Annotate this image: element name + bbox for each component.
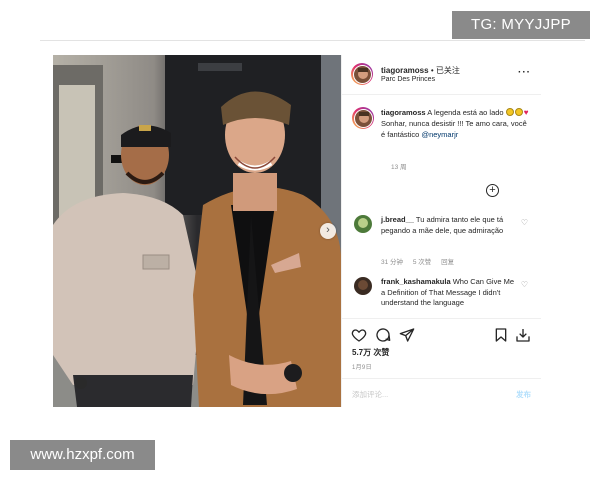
- mention-link[interactable]: @neymarjr: [421, 130, 458, 139]
- heart-icon[interactable]: ♡: [521, 280, 528, 289]
- caption-text: tiagoramoss A legenda está ao lado ♥ Son…: [381, 108, 529, 139]
- likes-count[interactable]: 5.7万 次赞: [352, 347, 389, 358]
- caption-time: 13 周: [391, 164, 407, 171]
- comment-likes[interactable]: 5 次赞: [413, 259, 431, 266]
- comment-text: j.bread__ Tu admira tanto ele que tá peg…: [381, 215, 504, 235]
- comment-scroll-area[interactable]: frank_kashamakula Who Can Give Me a Defi…: [342, 273, 541, 319]
- top-divider: [40, 40, 585, 41]
- like-heart-icon[interactable]: [351, 327, 367, 343]
- grinning-sweat-emoji: [505, 108, 514, 116]
- red-heart-emoji: ♥: [523, 108, 529, 117]
- watermark-top: TG: MYYJJPP: [452, 11, 590, 39]
- share-icon[interactable]: [399, 327, 415, 343]
- comment-time: 31 分钟: [381, 259, 404, 266]
- post-comment-button[interactable]: 发布: [516, 389, 531, 400]
- post-photo[interactable]: ›: [53, 55, 341, 407]
- header-avatar[interactable]: [351, 63, 373, 85]
- comment-text: frank_kashamakula Who Can Give Me a Defi…: [381, 277, 514, 307]
- instagram-post: › tiagoramoss • 已关注 Parc Des Princes ···…: [53, 55, 541, 407]
- grinning-sweat-emoji: [514, 108, 523, 116]
- post-side-panel: tiagoramoss • 已关注 Parc Des Princes ··· t…: [341, 55, 541, 407]
- post-header: tiagoramoss • 已关注 Parc Des Princes ···: [342, 55, 541, 95]
- comment-item: frank_kashamakula Who Can Give Me a Defi…: [352, 277, 532, 319]
- comment-username[interactable]: frank_kashamakula: [381, 277, 451, 286]
- bookmark-icon[interactable]: [493, 327, 509, 343]
- header-location[interactable]: Parc Des Princes: [381, 76, 435, 83]
- comment-reply-button[interactable]: 回复: [441, 259, 454, 266]
- comment-item: j.bread__ Tu admira tanto ele que tá peg…: [352, 215, 532, 275]
- load-more-comments-icon[interactable]: +: [486, 184, 499, 197]
- heart-icon[interactable]: ♡: [521, 218, 528, 227]
- comment-username[interactable]: j.bread__: [381, 215, 414, 224]
- add-comment-input[interactable]: 添加评论...: [352, 389, 388, 400]
- comment-meta: 31 分钟 5 次赞 回复: [381, 256, 462, 266]
- action-bar: 5.7万 次赞 1月9日: [342, 318, 541, 378]
- caption-avatar[interactable]: [352, 107, 374, 129]
- header-username-row[interactable]: tiagoramoss • 已关注: [381, 65, 460, 76]
- caption-username[interactable]: tiagoramoss: [381, 108, 426, 117]
- download-icon[interactable]: [515, 327, 531, 343]
- comment-avatar[interactable]: [354, 215, 372, 233]
- post-date: 1月9日: [352, 365, 372, 371]
- comment-icon[interactable]: [375, 327, 391, 343]
- comment-avatar[interactable]: [354, 277, 372, 295]
- photo-illustration: [53, 55, 341, 407]
- watermark-bottom: www.hzxpf.com: [10, 440, 155, 470]
- next-photo-button[interactable]: ›: [320, 223, 336, 239]
- more-options-icon[interactable]: ···: [518, 67, 531, 78]
- add-comment-bar: 添加评论... 发布: [342, 378, 541, 407]
